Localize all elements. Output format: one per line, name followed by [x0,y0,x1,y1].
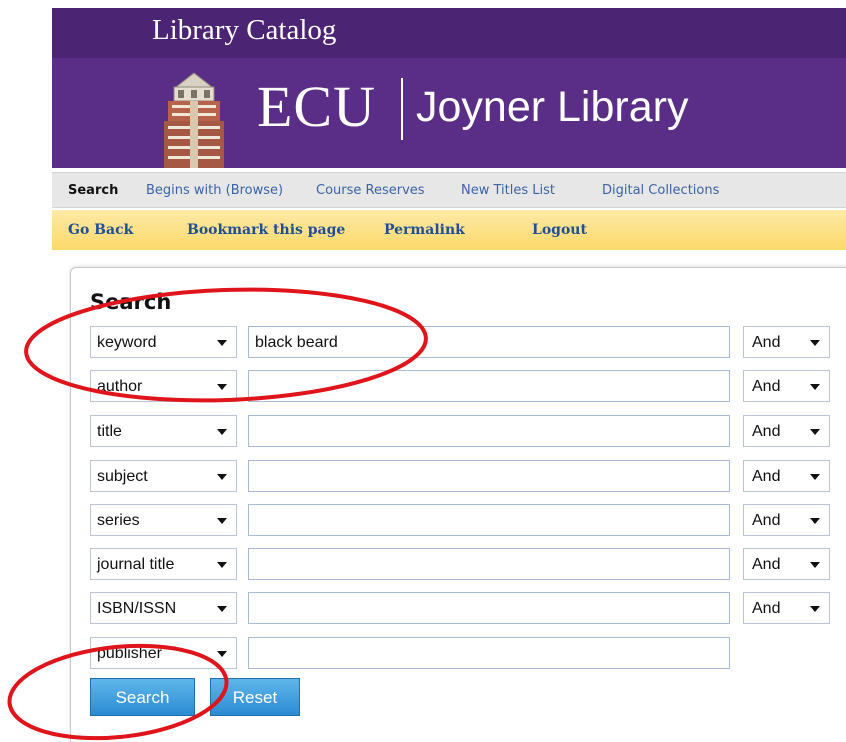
dropdown-arrow-icon [217,518,227,524]
dropdown-arrow-icon [217,606,227,612]
logo-ecu-text: ECU [257,74,376,139]
search-input-value: black beard [255,334,338,351]
operator-label: And [752,468,781,485]
nav-begins-with-browse[interactable]: Begins with (Browse) [146,183,283,198]
dropdown-arrow-icon [810,340,820,346]
operator-select-2[interactable]: And [743,370,830,402]
search-input-3[interactable] [248,415,730,447]
field-select-journal-title[interactable]: journal title [90,548,237,580]
nav-course-reserves[interactable]: Course Reserves [316,183,425,198]
field-select-label: subject [97,468,148,485]
field-select-title[interactable]: title [90,415,237,447]
reset-button-label: Reset [232,688,278,707]
nav-new-titles-list[interactable]: New Titles List [461,183,555,198]
dropdown-arrow-icon [810,429,820,435]
search-input-7[interactable] [248,592,730,624]
operator-select-3[interactable]: And [743,415,830,447]
search-input-4[interactable] [248,460,730,492]
dropdown-arrow-icon [810,606,820,612]
bookmark-link[interactable]: Bookmark this page [187,222,345,238]
dropdown-arrow-icon [810,474,820,480]
field-select-keyword[interactable]: keyword [90,326,237,358]
field-select-subject[interactable]: subject [90,460,237,492]
operator-select-4[interactable]: And [743,460,830,492]
logo-library-text: Joyner Library [416,83,689,131]
dropdown-arrow-icon [217,429,227,435]
logo-divider [401,78,403,140]
operator-label: And [752,334,781,351]
field-select-label: title [97,423,122,440]
search-heading: Search [90,290,172,314]
dropdown-arrow-icon [217,562,227,568]
library-building-logo [164,72,224,168]
nav-search[interactable]: Search [68,183,118,198]
field-select-label: publisher [97,645,162,662]
permalink-link[interactable]: Permalink [384,222,465,238]
operator-select-5[interactable]: And [743,504,830,536]
secondary-nav: Go Back Bookmark this page Permalink Log… [52,210,846,250]
go-back-link[interactable]: Go Back [68,222,133,238]
dropdown-arrow-icon [217,384,227,390]
field-select-publisher[interactable]: publisher [90,637,237,669]
catalog-title: Library Catalog [152,14,337,46]
nav-digital-collections[interactable]: Digital Collections [602,183,719,198]
operator-label: And [752,423,781,440]
logout-link[interactable]: Logout [532,222,587,238]
operator-label: And [752,512,781,529]
field-select-label: ISBN/ISSN [97,600,177,617]
primary-nav: Search Begins with (Browse) Course Reser… [52,172,846,208]
field-select-author[interactable]: author [90,370,237,402]
search-button-label: Search [115,688,170,707]
catalog-header: Library Catalog ECU Joyner Library [52,8,846,168]
operator-select-1[interactable]: And [743,326,830,358]
operator-select-7[interactable]: And [743,592,830,624]
dropdown-arrow-icon [217,651,227,657]
field-select-label: journal title [97,556,175,573]
reset-button[interactable]: Reset [210,678,300,716]
field-select-series[interactable]: series [90,504,237,536]
search-input-8[interactable] [248,637,730,669]
operator-select-6[interactable]: And [743,548,830,580]
dropdown-arrow-icon [217,340,227,346]
dropdown-arrow-icon [810,562,820,568]
dropdown-arrow-icon [217,474,227,480]
field-select-label: series [97,512,140,529]
search-input-1[interactable]: black beard [248,326,730,358]
operator-label: And [752,378,781,395]
search-button[interactable]: Search [90,678,195,716]
operator-label: And [752,600,781,617]
search-input-2[interactable] [248,370,730,402]
search-input-6[interactable] [248,548,730,580]
operator-label: And [752,556,781,573]
field-select-isbn-issn[interactable]: ISBN/ISSN [90,592,237,624]
search-input-5[interactable] [248,504,730,536]
dropdown-arrow-icon [810,518,820,524]
field-select-label: author [97,378,143,395]
dropdown-arrow-icon [810,384,820,390]
field-select-label: keyword [97,334,157,351]
